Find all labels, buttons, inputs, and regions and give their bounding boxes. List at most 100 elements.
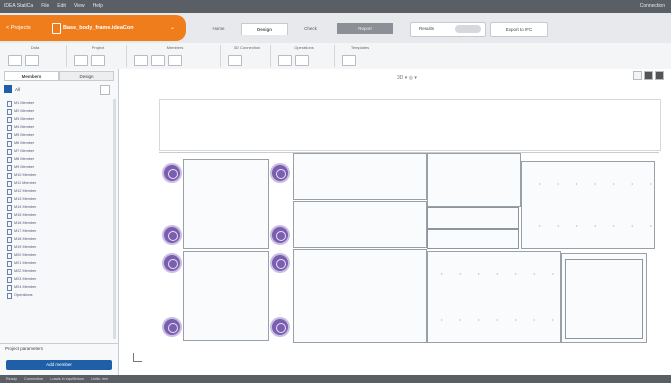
list-item[interactable]: M5 Member: [4, 131, 110, 139]
bolt-icon[interactable]: [164, 227, 180, 243]
cube-icon[interactable]: [228, 55, 242, 66]
list-item[interactable]: M21 Member: [4, 259, 110, 267]
file-name[interactable]: Base_body_frame.ideaCon: [63, 25, 134, 31]
checkbox[interactable]: [4, 85, 12, 93]
bolt-icon[interactable]: [164, 255, 180, 271]
list-item[interactable]: M13 Member: [4, 195, 110, 203]
rotate-icon[interactable]: [655, 71, 664, 80]
bolt-icon[interactable]: [164, 319, 180, 335]
member-add-icon[interactable]: [151, 55, 165, 66]
file-icon: [52, 23, 61, 34]
list-item[interactable]: M20 Member: [4, 251, 110, 259]
status-bar: Ready Connection Loads in equilibrium Un…: [0, 375, 671, 383]
ribbon: Data Project Members 3D Connection Opera…: [0, 43, 671, 70]
ribbon-group-members: Members: [130, 45, 221, 67]
menu-view[interactable]: View: [74, 3, 85, 9]
list-item[interactable]: M1 Member: [4, 99, 110, 107]
list-item[interactable]: M10 Member: [4, 171, 110, 179]
plate[interactable]: [427, 153, 521, 207]
member-edit-icon[interactable]: [168, 55, 182, 66]
grid-icon[interactable]: [91, 55, 105, 66]
plate-inner[interactable]: [565, 259, 643, 339]
tab-design[interactable]: Design: [241, 23, 288, 35]
tree-root[interactable]: All: [4, 85, 114, 95]
list-item[interactable]: M15 Member: [4, 211, 110, 219]
results-toggle-group[interactable]: Results: [410, 22, 486, 37]
list-item[interactable]: M24 Member: [4, 283, 110, 291]
ribbon-group-label: 3D Connection: [233, 45, 261, 50]
add-member-button[interactable]: Add member: [6, 360, 112, 370]
list-item[interactable]: M2 Member: [4, 107, 110, 115]
ribbon-tabs: Home Design Check Report: [196, 23, 393, 35]
weld-icon[interactable]: [278, 55, 292, 66]
bolt-icon[interactable]: [295, 55, 309, 66]
plate[interactable]: [183, 159, 269, 249]
back-button[interactable]: < Projects: [6, 25, 31, 31]
member-icon[interactable]: [134, 55, 148, 66]
new-icon[interactable]: [8, 55, 22, 66]
list-item[interactable]: M17 Member: [4, 227, 110, 235]
list-item[interactable]: M8 Member: [4, 155, 110, 163]
zoom-icon[interactable]: [633, 71, 642, 80]
list-item[interactable]: M3 Member: [4, 115, 110, 123]
results-switch[interactable]: [455, 25, 481, 33]
ribbon-group-label: Project: [91, 45, 105, 50]
status-item: Ready: [6, 377, 17, 381]
list-item[interactable]: M7 Member: [4, 147, 110, 155]
list-item[interactable]: M19 Member: [4, 243, 110, 251]
list-item[interactable]: Operations: [4, 291, 110, 299]
export-button[interactable]: Export to IFC: [490, 22, 548, 37]
search-icon[interactable]: [74, 55, 88, 66]
window-title: Connection: [639, 3, 665, 9]
plate[interactable]: [427, 251, 561, 343]
plate[interactable]: [521, 161, 655, 249]
list-item[interactable]: M9 Member: [4, 163, 110, 171]
project-parameters[interactable]: Project parameters: [0, 343, 123, 354]
view-toolbar[interactable]: 3D ▾ ◎ ▾: [397, 75, 417, 81]
app-window: IDEA StatiCa File Edit View Help Connect…: [0, 0, 671, 383]
tree-root-label: All: [15, 87, 21, 92]
menu-help[interactable]: Help: [93, 3, 103, 9]
pan-icon[interactable]: [644, 71, 653, 80]
title-bar: IDEA StatiCa File Edit View Help Connect…: [0, 0, 671, 13]
project-tab: < Projects Base_body_frame.ideaCon ⌄: [0, 15, 186, 41]
plate[interactable]: [293, 249, 427, 343]
bolt-icon[interactable]: [272, 227, 288, 243]
ribbon-group-label: Data: [30, 45, 40, 50]
list-item[interactable]: M12 Member: [4, 187, 110, 195]
ribbon-group-3d: 3D Connection: [224, 45, 271, 67]
plate[interactable]: [293, 153, 427, 200]
chevron-down-icon[interactable]: ⌄: [170, 24, 175, 31]
list-item[interactable]: M16 Member: [4, 219, 110, 227]
list-item[interactable]: M18 Member: [4, 235, 110, 243]
list-item[interactable]: M11 Member: [4, 179, 110, 187]
menu-edit[interactable]: Edit: [57, 3, 66, 9]
scrollbar[interactable]: [113, 99, 116, 339]
tab-design-panel[interactable]: Design: [59, 71, 114, 81]
tab-home[interactable]: Home: [196, 23, 241, 34]
plate[interactable]: [427, 207, 519, 229]
member-list: M1 Member M2 Member M3 Member M4 Member M5 M…: [4, 99, 110, 299]
template-icon[interactable]: [342, 55, 356, 66]
list-item[interactable]: M23 Member: [4, 275, 110, 283]
bolt-icon[interactable]: [272, 319, 288, 335]
bolt-icon[interactable]: [272, 255, 288, 271]
menu-file[interactable]: File: [41, 3, 49, 9]
plate[interactable]: [427, 229, 519, 249]
filter-icon[interactable]: [100, 85, 110, 95]
open-icon[interactable]: [25, 55, 39, 66]
bolt-icon[interactable]: [164, 165, 180, 181]
tab-members[interactable]: Members: [4, 71, 59, 81]
hole-pattern: • • • • • • •: [539, 181, 660, 186]
plate[interactable]: [293, 201, 427, 248]
bolt-icon[interactable]: [272, 165, 288, 181]
list-item[interactable]: M22 Member: [4, 267, 110, 275]
list-item[interactable]: M14 Member: [4, 203, 110, 211]
list-item[interactable]: M6 Member: [4, 139, 110, 147]
tab-check[interactable]: Check: [288, 23, 333, 34]
list-item[interactable]: M4 Member: [4, 123, 110, 131]
tab-report[interactable]: Report: [337, 23, 393, 34]
canvas[interactable]: 3D ▾ ◎ ▾ • • • • • • • • • • • • • • • •…: [119, 69, 671, 375]
plate[interactable]: [183, 251, 269, 341]
hole-pattern: • • • • • • •: [539, 223, 660, 228]
